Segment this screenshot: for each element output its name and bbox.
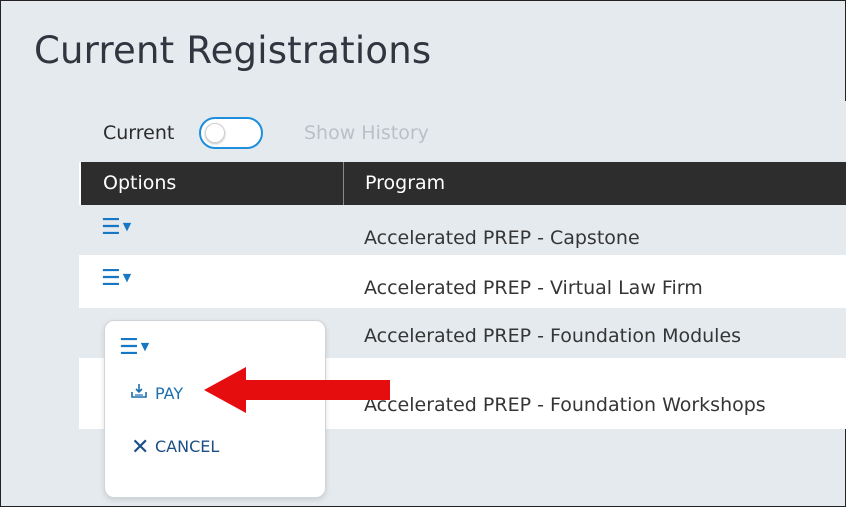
pay-menu-item[interactable]: PAY [131, 383, 183, 403]
current-toggle-label: Current [103, 122, 175, 144]
page-title: Current Registrations [34, 29, 432, 72]
cancel-label: CANCEL [155, 437, 220, 456]
program-cell: Accelerated PREP - Foundation Workshops [364, 394, 766, 416]
options-menu-icon[interactable]: ☰ ▼ [119, 335, 149, 360]
column-header-program: Program [365, 172, 446, 194]
program-cell: Accelerated PREP - Foundation Modules [364, 325, 742, 347]
row-options-menu-icon[interactable]: ☰ ▼ [101, 266, 131, 291]
show-history-label: Show History [304, 122, 429, 144]
column-header-options: Options [103, 172, 177, 194]
history-toggle[interactable] [199, 117, 263, 149]
red-annotation-arrow-icon [204, 367, 390, 413]
pay-icon [131, 383, 155, 403]
pay-label: PAY [155, 384, 184, 403]
history-toolbar: Current Show History [79, 101, 846, 162]
cancel-menu-item[interactable]: ✕ CANCEL [131, 435, 219, 460]
column-divider [343, 162, 344, 205]
program-cell: Accelerated PREP - Capstone [364, 227, 640, 249]
table-row: ☰ ▼ Accelerated PREP - Capstone [79, 205, 846, 255]
table-row: ☰ ▼ Accelerated PREP - Virtual Law Firm [79, 258, 846, 308]
row-options-menu-icon[interactable]: ☰ ▼ [101, 215, 131, 240]
toggle-knob [205, 123, 225, 143]
close-icon: ✕ [131, 435, 150, 460]
program-cell: Accelerated PREP - Virtual Law Firm [364, 277, 703, 299]
app-frame: Current Registrations Current Show Histo… [0, 0, 846, 507]
table-header: Options Program [81, 162, 846, 205]
